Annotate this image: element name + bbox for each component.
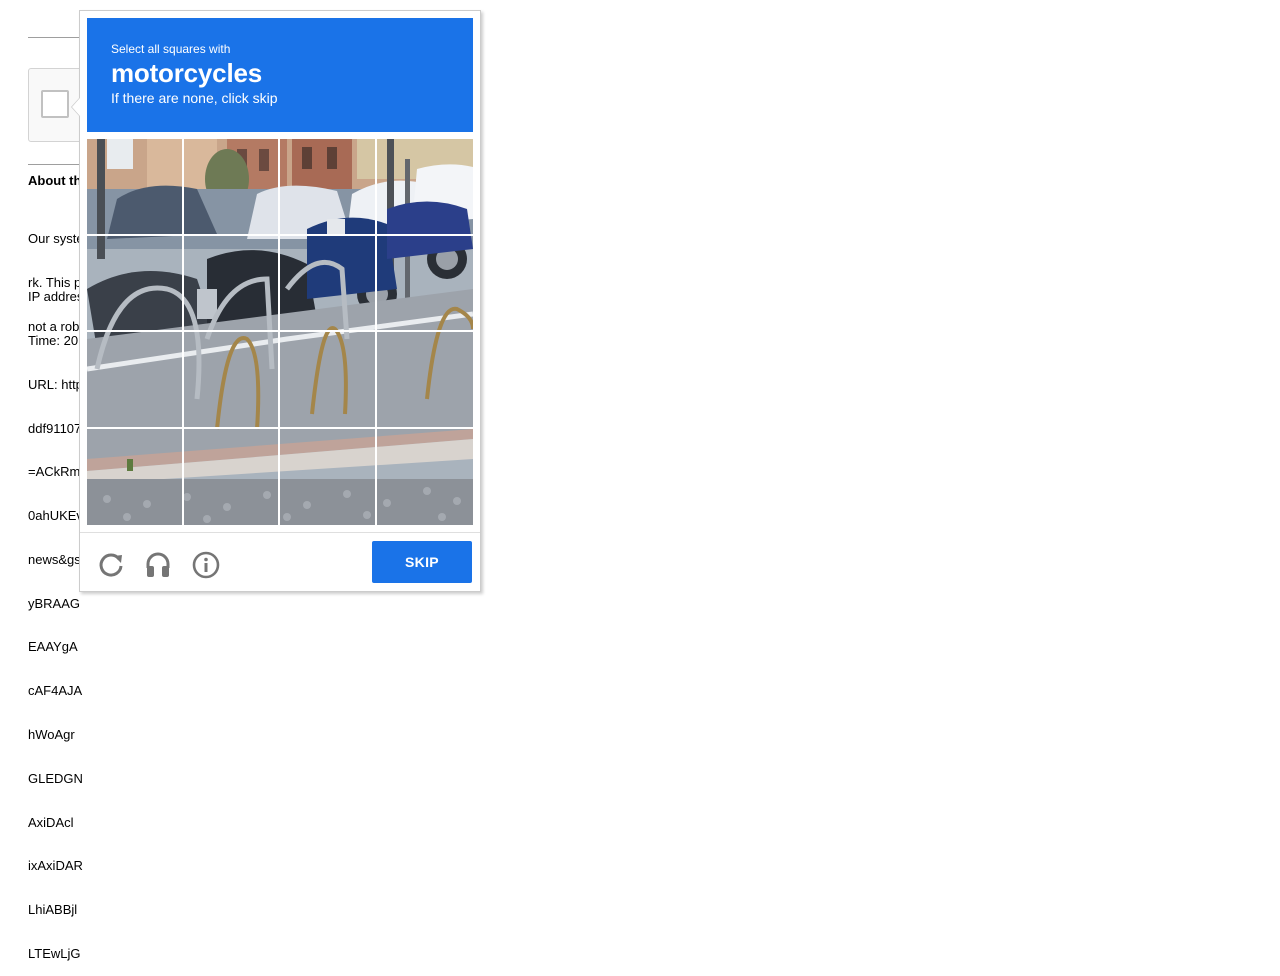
image-grid — [87, 139, 473, 525]
skip-button[interactable]: SKIP — [372, 541, 472, 583]
grid-tile-4-2[interactable] — [184, 428, 280, 525]
grid-tile-3-3[interactable] — [280, 332, 377, 429]
footer-divider — [80, 532, 480, 533]
grid-tile-3-2[interactable] — [183, 332, 280, 429]
grid-tile-1-1[interactable] — [87, 139, 184, 236]
grid-tile-3-4[interactable] — [376, 332, 473, 429]
about-heading: About th — [28, 173, 82, 188]
instruction-text: Select all squares with — [111, 42, 231, 56]
grid-tile-2-2[interactable] — [183, 235, 280, 332]
skip-hint: If there are none, click skip — [111, 90, 278, 106]
grid-tile-4-3[interactable] — [280, 428, 377, 525]
grid-tile-4-1[interactable] — [87, 428, 184, 525]
grid-tile-1-2[interactable] — [183, 139, 280, 236]
grid-tile-4-4[interactable] — [377, 429, 474, 526]
im-not-a-robot-checkbox[interactable] — [41, 90, 69, 118]
info-icon[interactable] — [191, 550, 221, 580]
popup-pointer — [71, 97, 80, 117]
challenge-header: Select all squares with motorcycles If t… — [87, 18, 473, 132]
grid-tile-2-3[interactable] — [280, 235, 377, 332]
grid-tile-1-3[interactable] — [280, 139, 377, 236]
grid-tile-2-4[interactable] — [376, 236, 473, 332]
grid-tile-1-4[interactable] — [376, 139, 473, 236]
request-details: IP addres Time: 20 URL: http ddf91107 =A… — [28, 289, 84, 961]
audio-challenge-icon[interactable] — [143, 550, 173, 580]
grid-tile-2-1[interactable] — [87, 235, 184, 332]
grid-tile-3-1[interactable] — [87, 332, 184, 429]
target-object: motorcycles — [111, 58, 262, 88]
recaptcha-challenge-popup: Select all squares with motorcycles If t… — [71, 10, 481, 592]
reload-icon[interactable] — [96, 550, 126, 580]
